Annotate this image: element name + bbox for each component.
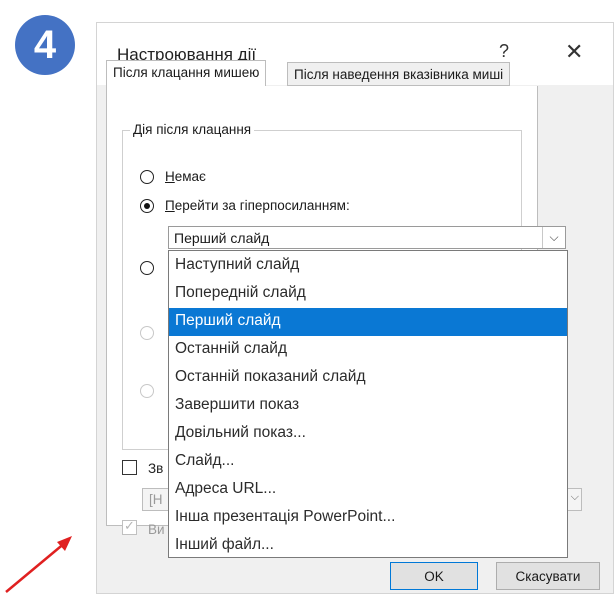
- hyperlink-combobox[interactable]: Перший слайд ⌵: [168, 226, 566, 249]
- radio-run-macro[interactable]: [140, 326, 154, 340]
- highlight-click-checkbox[interactable]: [122, 518, 137, 535]
- highlight-click-label: Ви: [148, 522, 165, 537]
- dropdown-option[interactable]: Завершити показ: [169, 392, 567, 420]
- step-number-badge: 4: [15, 15, 75, 75]
- help-button[interactable]: ?: [499, 41, 509, 62]
- radio-hyperlink-accesskey: П: [165, 198, 175, 213]
- radio-none-text: емає: [174, 169, 206, 184]
- radio-hyperlink-label: Перейти за гіперпосиланням:: [165, 198, 350, 213]
- dropdown-option[interactable]: Наступний слайд: [169, 252, 567, 280]
- radio-none-label: Немає: [165, 169, 206, 184]
- dropdown-option[interactable]: Інша презентація PowerPoint...: [169, 504, 567, 532]
- radio-none[interactable]: [140, 170, 154, 184]
- dropdown-option[interactable]: Довільний показ...: [169, 420, 567, 448]
- radio-none-accesskey: Н: [165, 169, 175, 184]
- annotation-arrow-icon: [5, 536, 72, 593]
- sound-select-value: [Н: [149, 492, 163, 507]
- ok-button[interactable]: OK: [390, 562, 478, 590]
- radio-run-program[interactable]: [140, 261, 154, 275]
- radio-hyperlink[interactable]: [140, 199, 154, 213]
- hyperlink-combobox-value: Перший слайд: [174, 230, 270, 246]
- chevron-down-icon[interactable]: ⌵: [571, 491, 579, 504]
- tab-mouse-over[interactable]: Після наведення вказівника миші: [287, 62, 511, 86]
- radio-hyperlink-text: ерейти за гіперпосиланням:: [174, 198, 350, 213]
- dropdown-option[interactable]: Останній слайд: [169, 336, 567, 364]
- action-group-legend: Дія після клацання: [130, 122, 255, 137]
- dropdown-option[interactable]: Останній показаний слайд: [169, 364, 567, 392]
- tab-mouse-click[interactable]: Після клацання мишею: [106, 60, 267, 86]
- radio-object-action[interactable]: [140, 384, 154, 398]
- play-sound-label: Зв: [148, 461, 164, 476]
- chevron-down-icon[interactable]: ⌵: [542, 227, 565, 248]
- play-sound-checkbox[interactable]: [122, 460, 137, 475]
- cancel-button[interactable]: Скасувати: [496, 562, 600, 590]
- dropdown-option[interactable]: Слайд...: [169, 448, 567, 476]
- hyperlink-dropdown-list: Наступний слайд Попередній слайд Перший сл…: [168, 250, 568, 558]
- dropdown-option[interactable]: Попередній слайд: [169, 280, 567, 308]
- close-button[interactable]: ✕: [565, 39, 583, 65]
- dropdown-option[interactable]: Адреса URL...: [169, 476, 567, 504]
- dropdown-option[interactable]: Перший слайд: [169, 308, 567, 336]
- dropdown-option[interactable]: Інший файл...: [169, 532, 567, 560]
